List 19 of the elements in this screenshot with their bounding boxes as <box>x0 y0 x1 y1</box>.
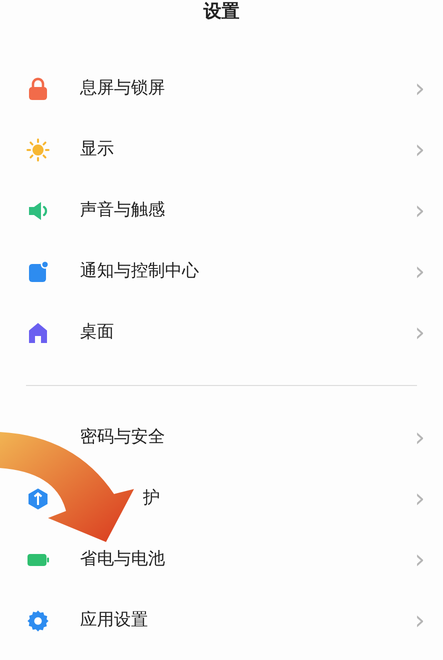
chevron-icon: › <box>414 486 425 512</box>
chevron-icon: › <box>414 608 425 634</box>
chevron-icon: › <box>414 76 425 102</box>
row-label: 通知与控制中心 <box>80 260 199 283</box>
row-label: 声音与触感 <box>80 198 165 222</box>
row-label: 应用设置 <box>80 608 148 632</box>
chevron-icon: › <box>414 258 425 284</box>
row-label: 省电与电池 <box>80 548 165 571</box>
chevron-icon: › <box>414 424 425 450</box>
row-label: 息屏与锁屏 <box>80 76 165 100</box>
chevron-icon: › <box>414 320 425 346</box>
row-label: 桌面 <box>80 320 114 344</box>
chevron-icon: › <box>414 546 425 572</box>
chevron-icon: › <box>414 198 425 224</box>
page-title: 设置 <box>202 0 240 24</box>
row-label: 密码与安全 <box>80 426 165 449</box>
row-label: 显示 <box>80 138 114 161</box>
row-label: 护 <box>143 486 160 510</box>
chevron-icon: › <box>414 136 425 162</box>
